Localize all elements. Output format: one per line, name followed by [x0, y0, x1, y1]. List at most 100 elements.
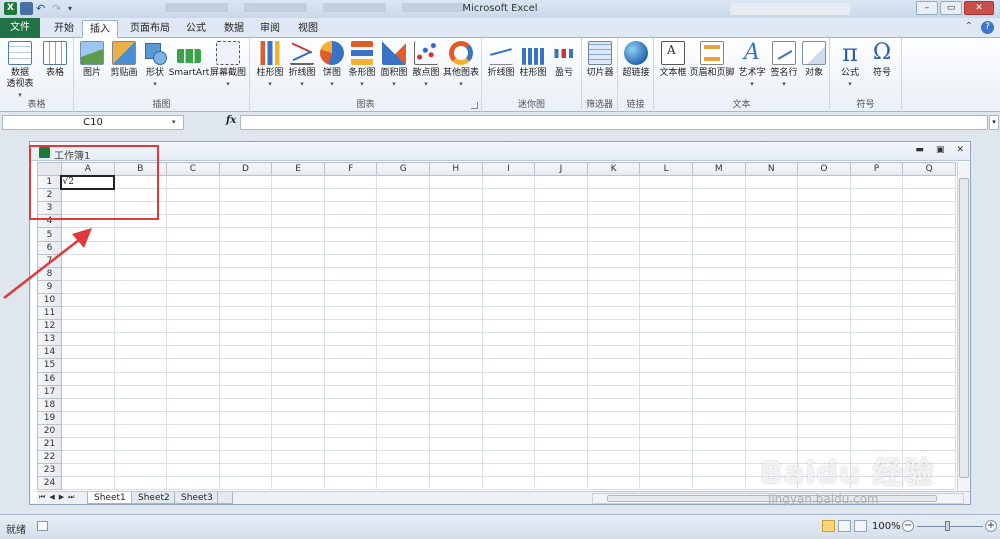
- cell-e16[interactable]: [271, 371, 325, 386]
- column-header-f[interactable]: F: [323, 162, 378, 177]
- cell-d2[interactable]: [218, 188, 273, 203]
- row-header-17[interactable]: 17: [37, 384, 62, 399]
- cell-m16[interactable]: [691, 371, 746, 386]
- cell-h7[interactable]: [429, 253, 483, 268]
- cell-b6[interactable]: [113, 240, 168, 255]
- cell-e3[interactable]: [271, 201, 325, 216]
- cell-l20[interactable]: [639, 423, 693, 438]
- minimize-button[interactable]: –: [916, 1, 938, 15]
- cell-e14[interactable]: [271, 345, 325, 360]
- cell-j11[interactable]: [534, 306, 588, 321]
- tab-home[interactable]: 开始: [46, 20, 82, 38]
- cell-n13[interactable]: [744, 332, 799, 347]
- cell-i10[interactable]: [481, 292, 536, 308]
- cell-e24[interactable]: [271, 476, 325, 491]
- cell-d12[interactable]: [218, 319, 273, 334]
- cell-i24[interactable]: [481, 476, 536, 491]
- cell-h5[interactable]: [429, 227, 483, 242]
- row-header-23[interactable]: 23: [37, 463, 62, 478]
- cell-l6[interactable]: [639, 240, 693, 255]
- cell-m18[interactable]: [691, 397, 746, 412]
- cell-c17[interactable]: [166, 384, 220, 399]
- cell-f19[interactable]: [323, 410, 378, 425]
- cell-m5[interactable]: [691, 227, 746, 242]
- cell-p7[interactable]: [849, 253, 904, 268]
- cell-l5[interactable]: [639, 227, 693, 242]
- cell-q15[interactable]: [902, 358, 956, 373]
- cell-k23[interactable]: [586, 463, 641, 478]
- cell-p18[interactable]: [849, 397, 904, 412]
- cell-f4[interactable]: [323, 214, 378, 229]
- cell-f14[interactable]: [323, 345, 378, 360]
- cell-n4[interactable]: [744, 214, 799, 229]
- cell-g12[interactable]: [376, 319, 431, 334]
- cell-d18[interactable]: [218, 397, 273, 412]
- cell-o24[interactable]: [797, 476, 851, 491]
- row-header-20[interactable]: 20: [37, 423, 62, 438]
- cell-q5[interactable]: [902, 227, 956, 242]
- cell-g19[interactable]: [376, 410, 431, 425]
- cell-m17[interactable]: [691, 384, 746, 399]
- cell-f5[interactable]: [323, 227, 378, 242]
- line-chart-button[interactable]: 折线图 ▾: [286, 41, 318, 90]
- cell-o19[interactable]: [797, 410, 851, 425]
- cell-h4[interactable]: [429, 214, 483, 229]
- cell-q20[interactable]: [902, 423, 956, 438]
- cell-h15[interactable]: [429, 358, 483, 373]
- cell-e18[interactable]: [271, 397, 325, 412]
- cell-p4[interactable]: [849, 214, 904, 229]
- row-header-7[interactable]: 7: [37, 253, 62, 268]
- cell-m11[interactable]: [691, 306, 746, 321]
- cell-m8[interactable]: [691, 266, 746, 281]
- cell-k15[interactable]: [586, 358, 641, 373]
- cell-l21[interactable]: [639, 436, 693, 452]
- cell-b18[interactable]: [113, 397, 168, 412]
- sparkline-column-button[interactable]: 柱形图: [516, 41, 550, 79]
- cell-a24[interactable]: [60, 476, 115, 491]
- cell-e8[interactable]: [271, 266, 325, 281]
- cell-h24[interactable]: [429, 476, 483, 491]
- pie-chart-button[interactable]: 饼图 ▾: [318, 41, 346, 90]
- cell-m1[interactable]: [691, 175, 746, 190]
- cell-h3[interactable]: [429, 201, 483, 216]
- cell-q24[interactable]: [902, 476, 956, 491]
- cell-o17[interactable]: [797, 384, 851, 399]
- row-header-8[interactable]: 8: [37, 266, 62, 281]
- cell-f1[interactable]: [323, 175, 378, 190]
- cell-c22[interactable]: [166, 450, 220, 465]
- cell-d22[interactable]: [218, 450, 273, 465]
- cell-c23[interactable]: [166, 463, 220, 478]
- cell-o22[interactable]: [797, 450, 851, 465]
- cell-a4[interactable]: [60, 214, 115, 229]
- row-header-21[interactable]: 21: [37, 436, 62, 452]
- cell-l22[interactable]: [639, 450, 693, 465]
- cell-a5[interactable]: [60, 227, 115, 242]
- cell-k19[interactable]: [586, 410, 641, 425]
- cell-i20[interactable]: [481, 423, 536, 438]
- cell-f6[interactable]: [323, 240, 378, 255]
- cell-d15[interactable]: [218, 358, 273, 373]
- cell-d8[interactable]: [218, 266, 273, 281]
- cell-h12[interactable]: [429, 319, 483, 334]
- tab-data[interactable]: 数据: [216, 20, 252, 38]
- cell-a21[interactable]: [60, 436, 115, 452]
- cell-q2[interactable]: [902, 188, 956, 203]
- cell-m15[interactable]: [691, 358, 746, 373]
- cell-g8[interactable]: [376, 266, 431, 281]
- cell-i12[interactable]: [481, 319, 536, 334]
- sheet-tab-3[interactable]: Sheet3: [174, 492, 220, 504]
- last-sheet-icon[interactable]: ⏭: [68, 493, 74, 502]
- cell-a10[interactable]: [60, 292, 115, 308]
- cell-b14[interactable]: [113, 345, 168, 360]
- cell-k4[interactable]: [586, 214, 641, 229]
- cell-p17[interactable]: [849, 384, 904, 399]
- insert-function-icon[interactable]: fx: [226, 115, 236, 126]
- cell-b1[interactable]: [113, 175, 168, 190]
- cell-b2[interactable]: [113, 188, 168, 203]
- zoom-slider-track[interactable]: [917, 526, 983, 527]
- column-header-j[interactable]: J: [534, 162, 588, 177]
- cell-p5[interactable]: [849, 227, 904, 242]
- textbox-button[interactable]: 文本框: [656, 41, 690, 79]
- row-header-1[interactable]: 1: [37, 175, 62, 190]
- cell-p19[interactable]: [849, 410, 904, 425]
